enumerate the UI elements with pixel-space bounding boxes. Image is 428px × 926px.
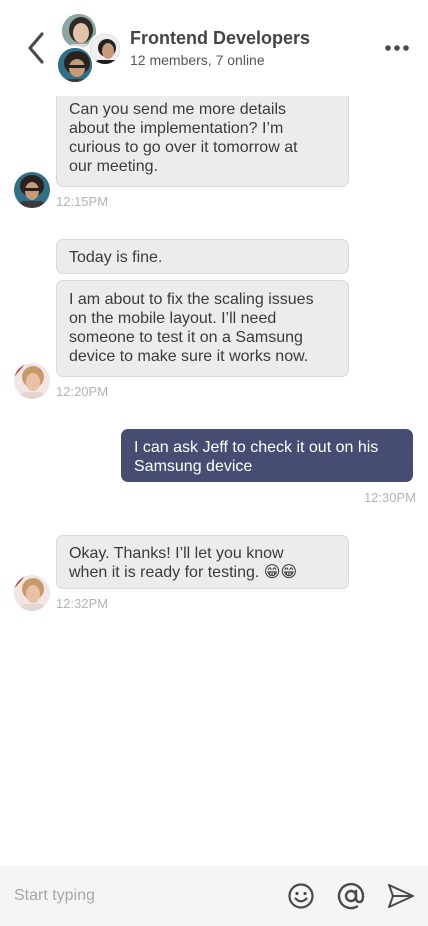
member-avatar (56, 46, 94, 84)
message-timestamp: 12:30PM (363, 490, 416, 505)
message-bubble-outgoing: I can ask Jeff to check it out on his Sa… (121, 429, 413, 482)
member-count: 12 members, 7 online (130, 52, 265, 68)
chevron-left-icon (28, 32, 44, 64)
emoji-button[interactable] (286, 881, 316, 911)
message-bubble-incoming: Can you send me more details about the i… (56, 80, 349, 187)
send-button[interactable] (386, 881, 416, 911)
more-horizontal-icon (385, 45, 409, 51)
chat-title: Frontend Developers (130, 28, 311, 48)
at-sign-icon (337, 882, 365, 910)
send-icon (388, 884, 414, 908)
back-button[interactable] (24, 28, 52, 68)
mention-button[interactable] (336, 881, 366, 911)
chat-header: Frontend Developers 12 members, 7 online (0, 0, 428, 96)
message-timestamp: 12:32PM (56, 596, 109, 611)
sender-avatar[interactable] (14, 575, 50, 611)
message-timestamp: 12:20PM (56, 384, 109, 399)
message-bubble-incoming: I am about to fix the scaling issues on … (56, 280, 349, 377)
message-composer (0, 866, 428, 926)
group-avatar-stack[interactable] (56, 12, 122, 84)
smiley-icon (288, 883, 314, 909)
message-bubble-incoming: Today is fine. (56, 239, 349, 274)
message-timestamp: 12:15PM (56, 194, 109, 209)
more-options-button[interactable] (384, 40, 410, 56)
message-input[interactable] (0, 866, 270, 926)
sender-avatar[interactable] (14, 363, 50, 399)
sender-avatar[interactable] (14, 172, 50, 208)
message-bubble-incoming: Okay. Thanks! I’ll let you know when it … (56, 535, 349, 589)
